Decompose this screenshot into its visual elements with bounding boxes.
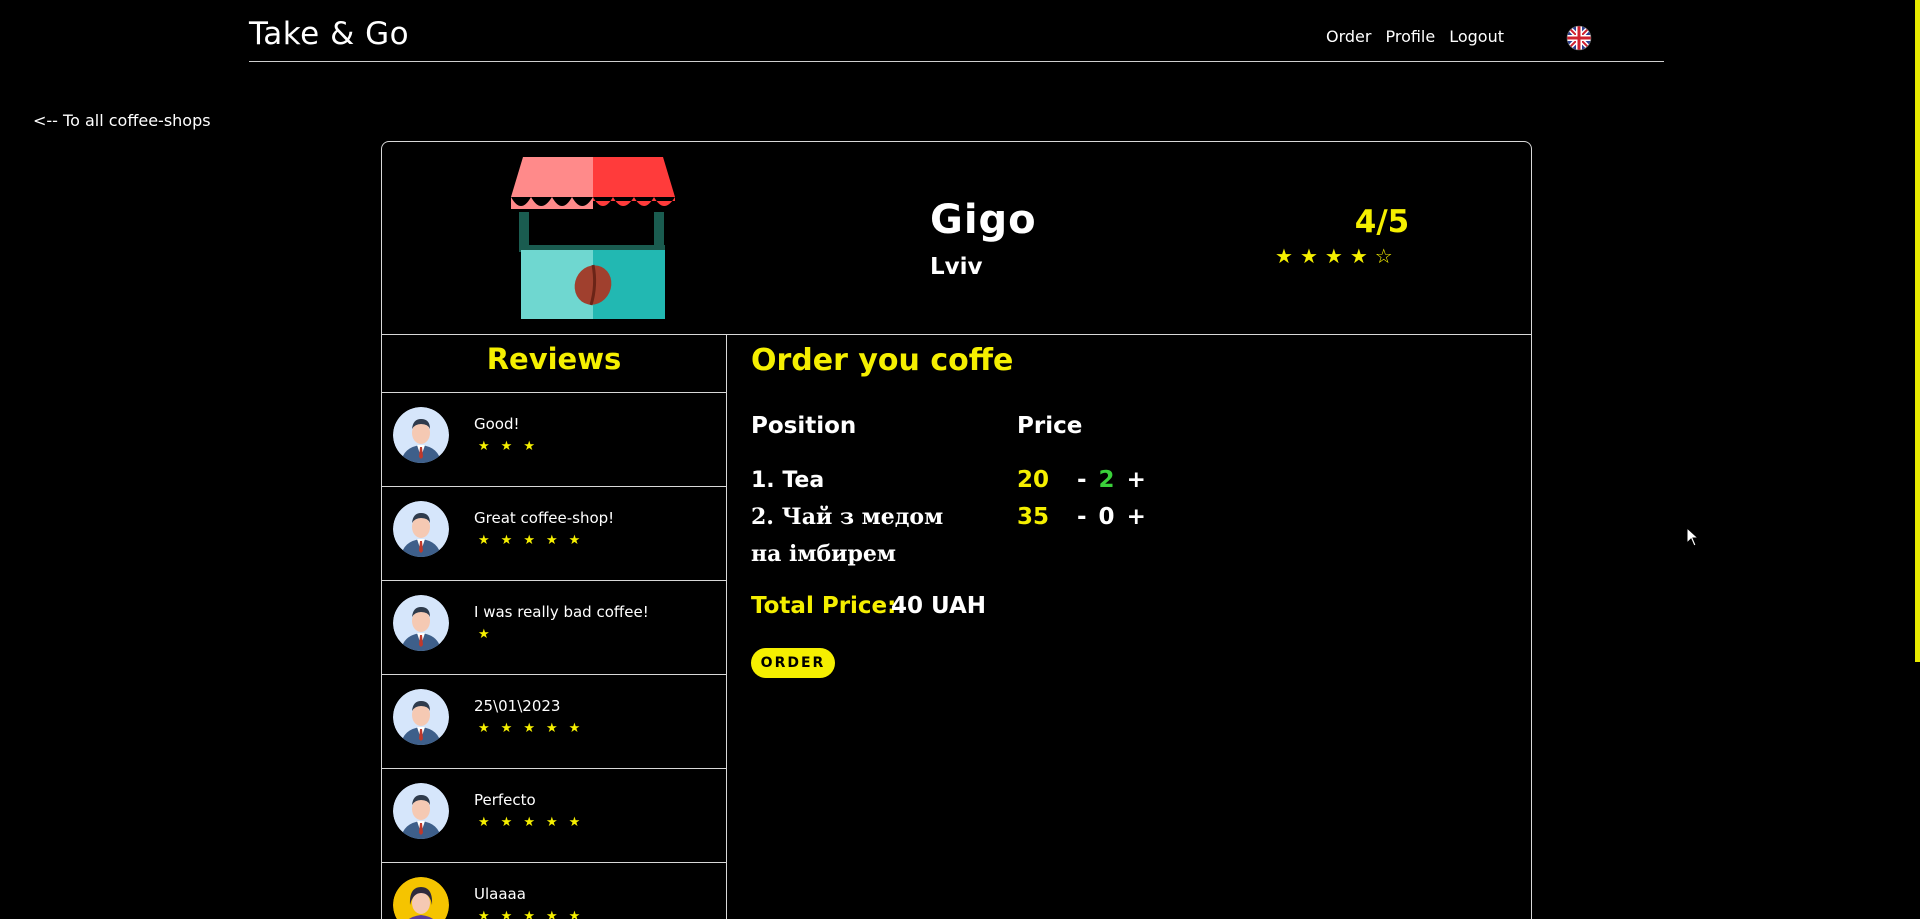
review-text: 25\01\2023 [474,697,561,715]
star-filled-icon: ★ [568,533,581,548]
shop-rating-stars: ★ ★ ★ ★ ☆ [1275,246,1393,266]
review-text: Good! [474,415,520,433]
star-filled-icon: ★ [523,721,535,736]
decrement-button[interactable]: - [1077,504,1087,530]
review-text: Great coffee-shop! [474,509,615,527]
quantity-value: 0 [1098,504,1115,530]
order-item-price: 20 [1017,467,1050,493]
star-filled-icon: ★ [478,533,490,548]
star-filled-icon: ★ [545,909,558,919]
star-filled-icon: ★ [1275,244,1293,268]
review-item: Perfecto ★ ★ ★ ★ ★ [382,769,726,863]
nav-order[interactable]: Order [1326,27,1371,46]
review-stars: ★ [478,627,490,642]
star-filled-icon: ★ [478,721,490,736]
review-item: Ulaaaa ★ ★ ★ ★ ★ [382,863,726,919]
star-filled-icon: ★ [1299,244,1318,268]
shop-rating-score: 4/5 [1354,204,1410,240]
review-stars: ★ ★ ★ ★ ★ [478,721,580,736]
star-filled-icon: ★ [478,909,490,919]
quantity-stepper: - 0 + [1077,504,1146,530]
star-filled-icon: ★ [568,721,581,736]
review-list: Good! ★ ★ ★ Great coffee-shop! ★ ★ ★ ★ ★ I was rea… [382,393,726,919]
nav-links: Order Profile Logout [1326,27,1592,46]
star-filled-icon: ★ [478,439,490,454]
review-item: 25\01\2023 ★ ★ ★ ★ ★ [382,675,726,769]
order-title: Order you coffe [751,343,1014,378]
star-filled-icon: ★ [568,909,581,919]
man-avatar [393,501,449,557]
column-price: Price [1017,413,1083,439]
review-item: Great coffee-shop! ★ ★ ★ ★ ★ [382,487,726,581]
review-text: Ulaaaa [474,885,526,903]
man-avatar [393,689,449,745]
increment-button[interactable]: + [1127,467,1146,493]
order-button[interactable]: ORDER [751,648,835,678]
review-item: I was really bad coffee! ★ [382,581,726,675]
star-filled-icon: ★ [1349,244,1368,268]
man-avatar [393,407,449,463]
review-stars: ★ ★ ★ ★ ★ [478,909,580,919]
star-filled-icon: ★ [545,815,558,830]
woman-avatar [393,877,449,919]
review-stars: ★ ★ ★ ★ ★ [478,533,580,548]
order-item-name: 1. Tea [751,468,825,493]
quantity-stepper: - 2 + [1077,467,1146,493]
reviews-panel: Reviews Good! ★ ★ ★ Great coffee-shop! ★ ★ ★ ★ ★ I… [382,335,727,919]
shop-city: Lviv [930,254,983,280]
mouse-cursor-icon [1686,527,1700,547]
review-text: I was really bad coffee! [474,603,649,621]
review-item: Good! ★ ★ ★ [382,393,726,487]
nav-logout[interactable]: Logout [1449,27,1504,46]
shop-name: Gigo [930,197,1037,243]
brand-logo[interactable]: Take & Go [249,16,409,52]
star-filled-icon: ★ [478,815,490,830]
back-to-shops-link[interactable]: <-- To all coffee-shops [33,111,211,130]
nav-profile[interactable]: Profile [1385,27,1435,46]
star-filled-icon: ★ [1324,244,1343,268]
review-stars: ★ ★ ★ ★ ★ [478,815,580,830]
star-filled-icon: ★ [500,909,513,919]
star-filled-icon: ★ [523,439,535,454]
star-filled-icon: ★ [500,815,513,830]
star-filled-icon: ★ [545,533,558,548]
quantity-value: 2 [1098,467,1115,493]
total-price-value: 40 UAH [891,593,987,619]
uk-flag-icon[interactable] [1566,25,1592,51]
star-filled-icon: ★ [568,815,581,830]
man-avatar [393,595,449,651]
column-position: Position [751,413,857,439]
star-filled-icon: ★ [500,439,513,454]
star-filled-icon: ★ [478,627,490,642]
review-stars: ★ ★ ★ [478,439,535,454]
star-empty-icon: ☆ [1374,244,1393,268]
star-filled-icon: ★ [523,815,535,830]
star-filled-icon: ★ [500,721,513,736]
man-avatar [393,783,449,839]
reviews-title: Reviews [382,335,726,393]
increment-button[interactable]: + [1127,504,1146,530]
scrollbar-thumb[interactable] [1915,0,1920,662]
star-filled-icon: ★ [545,721,558,736]
order-item-name: 2. Чай з медом на імбирем [751,504,944,567]
star-filled-icon: ★ [500,533,513,548]
star-filled-icon: ★ [523,533,535,548]
review-text: Perfecto [474,791,536,809]
shop-header: Gigo Lviv 4/5 ★ ★ ★ ★ ☆ [382,142,1531,335]
decrement-button[interactable]: - [1077,467,1087,493]
total-price-label: Total Price: [751,593,897,619]
coffee-stall-icon [511,157,675,319]
shop-card: Gigo Lviv 4/5 ★ ★ ★ ★ ☆ Reviews Good! ★ ★ ★ Grea… [381,141,1532,919]
top-navbar: Take & Go Order Profile Logout [249,0,1664,62]
order-item-price: 35 [1017,504,1050,530]
star-filled-icon: ★ [523,909,535,919]
